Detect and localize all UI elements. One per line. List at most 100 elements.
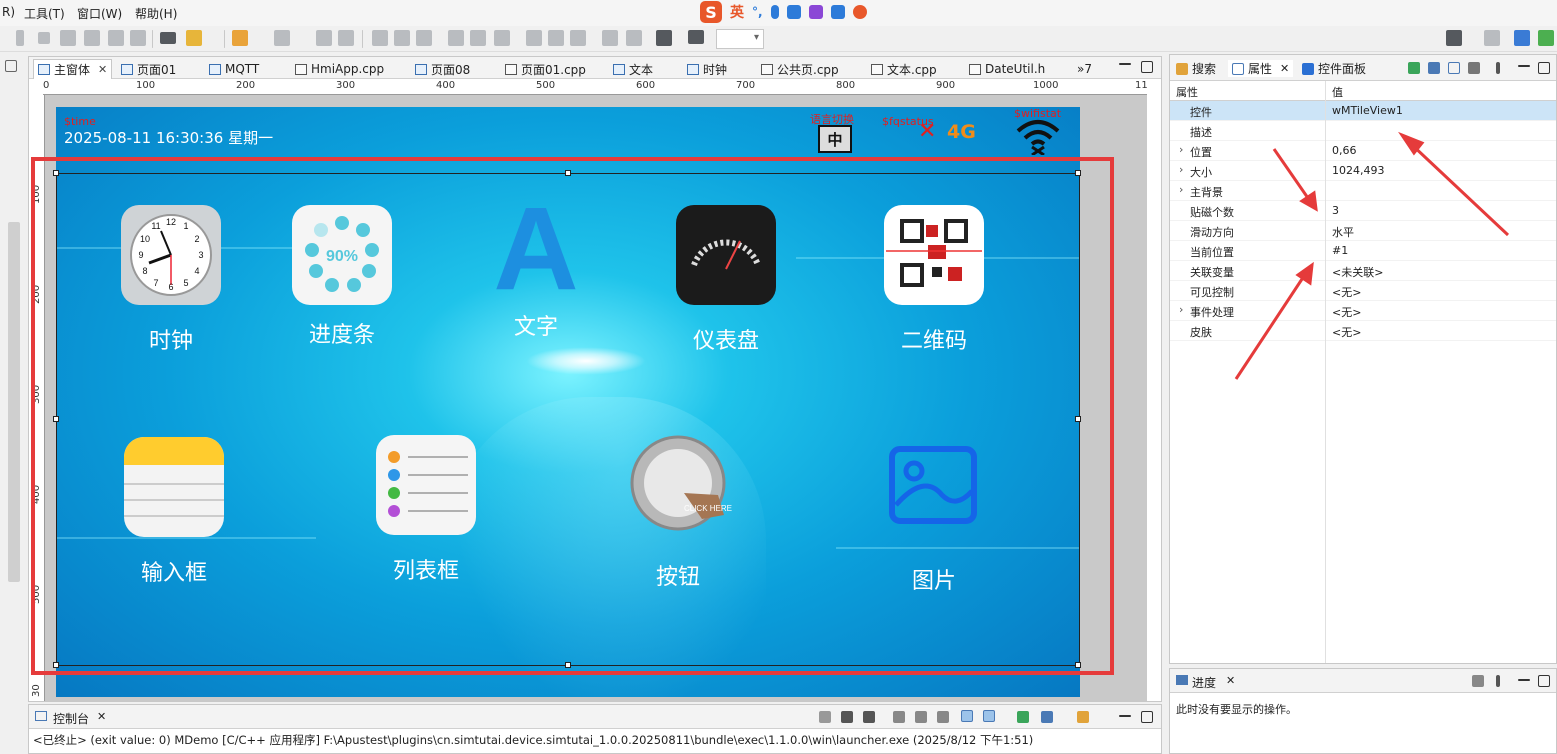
display-console-icon[interactable] — [1041, 711, 1053, 723]
align-bottom-icon[interactable] — [494, 30, 510, 46]
window-file-icon — [613, 63, 625, 75]
search-icon[interactable] — [1446, 30, 1462, 46]
pin-console-icon[interactable] — [1017, 711, 1029, 723]
tab-clock[interactable]: 时钟 — [687, 59, 727, 79]
show-on-error-icon[interactable] — [983, 710, 995, 722]
minimize-icon[interactable] — [1518, 679, 1530, 681]
console-title[interactable]: 控制台 — [53, 710, 89, 727]
connect-icon[interactable] — [60, 30, 76, 46]
step-over-icon[interactable] — [108, 30, 124, 46]
tab-page08[interactable]: 页面08 — [415, 59, 470, 79]
language-switch-button[interactable]: 中 — [818, 125, 852, 153]
view-menu-icon[interactable] — [1496, 675, 1500, 687]
toolbar-separator — [362, 30, 363, 48]
same-height-icon[interactable] — [548, 30, 564, 46]
tab-overflow[interactable]: »7 — [1077, 59, 1092, 79]
ime-logo-icon[interactable]: S — [700, 1, 722, 23]
align-left-icon[interactable] — [372, 30, 388, 46]
menu-window[interactable]: 窗口(W) — [77, 5, 122, 22]
wand-icon[interactable] — [186, 30, 202, 46]
word-wrap-icon[interactable] — [937, 711, 949, 723]
menu-tools[interactable]: 工具(T) — [24, 5, 65, 22]
grid-icon[interactable] — [656, 30, 672, 46]
open-perspective-icon[interactable] — [1484, 30, 1500, 46]
list-icon[interactable] — [160, 32, 176, 44]
step-into-icon[interactable] — [84, 30, 100, 46]
close-icon[interactable]: ✕ — [1226, 674, 1235, 687]
tab-mqtt[interactable]: MQTT — [209, 59, 259, 79]
open-console-icon[interactable] — [1077, 711, 1089, 723]
maximize-icon[interactable] — [1538, 675, 1550, 687]
distribute-icon[interactable] — [570, 30, 586, 46]
minimize-icon[interactable] — [1119, 63, 1131, 65]
minimize-icon[interactable] — [1119, 715, 1131, 717]
align-right-icon[interactable] — [416, 30, 432, 46]
progress-panel: 进度 ✕ 此时没有要显示的操作。 — [1169, 668, 1557, 754]
undo-icon[interactable] — [316, 30, 332, 46]
microphone-icon[interactable] — [770, 5, 779, 19]
console-header: 控制台 ✕ — [29, 705, 1161, 729]
window-file-icon — [121, 63, 133, 75]
close-icon[interactable]: ✕ — [98, 63, 107, 76]
maximize-icon[interactable] — [1141, 711, 1153, 723]
left-scrollbar[interactable] — [8, 222, 20, 582]
align-center-icon[interactable] — [394, 30, 410, 46]
run-icon[interactable] — [16, 30, 24, 46]
clear-console-icon[interactable] — [893, 711, 905, 723]
tab-hmiapp-cpp[interactable]: HmiApp.cpp — [295, 59, 384, 79]
scroll-lock-icon[interactable] — [915, 711, 927, 723]
menu-bar: R) 工具(T) 窗口(W) 帮助(H) S 英 °, — [0, 0, 1557, 26]
space-horizontal-icon[interactable] — [602, 30, 618, 46]
tab-page01[interactable]: 页面01 — [121, 59, 176, 79]
stop-icon[interactable] — [38, 32, 50, 44]
progress-title[interactable]: 进度 — [1192, 674, 1216, 691]
clear-icon[interactable] — [1472, 675, 1484, 687]
tab-dateutil-h[interactable]: DateUtil.h — [969, 59, 1045, 79]
apps-grid-icon[interactable] — [830, 5, 845, 19]
menu-run[interactable]: R) — [2, 5, 15, 19]
align-middle-icon[interactable] — [470, 30, 486, 46]
filter-icon[interactable] — [688, 30, 704, 44]
zoom-combo[interactable]: ▾ — [716, 29, 764, 49]
restore-icon[interactable] — [5, 60, 17, 72]
editor-tab-bar: 主窗体 ✕ 页面01 MQTT HmiApp.cpp 页面08 页面01.cpp… — [29, 57, 1161, 79]
wifi-off-icon[interactable] — [1014, 115, 1062, 155]
skin-icon[interactable] — [808, 5, 823, 19]
close-icon[interactable]: ✕ — [97, 710, 106, 723]
datetime-text[interactable]: 2025-08-11 16:30:36 星期一 — [64, 127, 273, 148]
no-signal-icon[interactable]: ✕ — [918, 119, 936, 144]
window-file-icon — [415, 63, 427, 75]
debug-perspective-icon[interactable] — [1538, 30, 1554, 46]
ruler-label: 900 — [936, 80, 956, 91]
terminate-icon[interactable] — [819, 711, 831, 723]
tab-label: 文本.cpp — [887, 62, 937, 77]
window-file-icon — [209, 63, 221, 75]
menu-help[interactable]: 帮助(H) — [135, 5, 177, 22]
tab-text[interactable]: 文本 — [613, 59, 653, 79]
maximize-icon[interactable] — [1141, 61, 1153, 73]
remove-launch-icon[interactable] — [841, 711, 853, 723]
cpp-file-icon — [295, 63, 307, 75]
ime-mode[interactable]: 英 — [730, 2, 744, 22]
tab-main-window[interactable]: 主窗体 ✕ — [33, 59, 113, 79]
tab-common-cpp[interactable]: 公共页.cpp — [761, 59, 839, 79]
ime-mascot-icon[interactable] — [852, 5, 867, 19]
same-width-icon[interactable] — [526, 30, 542, 46]
tab-text-cpp[interactable]: 文本.cpp — [871, 59, 937, 79]
space-vertical-icon[interactable] — [626, 30, 642, 46]
redo-icon[interactable] — [338, 30, 354, 46]
align-top-icon[interactable] — [448, 30, 464, 46]
show-on-output-icon[interactable] — [961, 710, 973, 722]
tab-page01-cpp[interactable]: 页面01.cpp — [505, 59, 586, 79]
step-return-icon[interactable] — [130, 30, 146, 46]
back-arrow-icon[interactable] — [232, 30, 248, 46]
forward-arrow-icon[interactable] — [274, 30, 290, 46]
remove-all-icon[interactable] — [863, 711, 875, 723]
ime-punct-icon[interactable]: °, — [752, 5, 763, 19]
4g-label[interactable]: 4G — [947, 121, 976, 143]
perspective-icon[interactable] — [1514, 30, 1530, 46]
ruler-label: 11 — [1135, 80, 1148, 91]
ruler-label: 400 — [436, 80, 456, 91]
highlight-annotation-frame — [31, 157, 1114, 675]
keyboard-icon[interactable] — [786, 5, 801, 19]
